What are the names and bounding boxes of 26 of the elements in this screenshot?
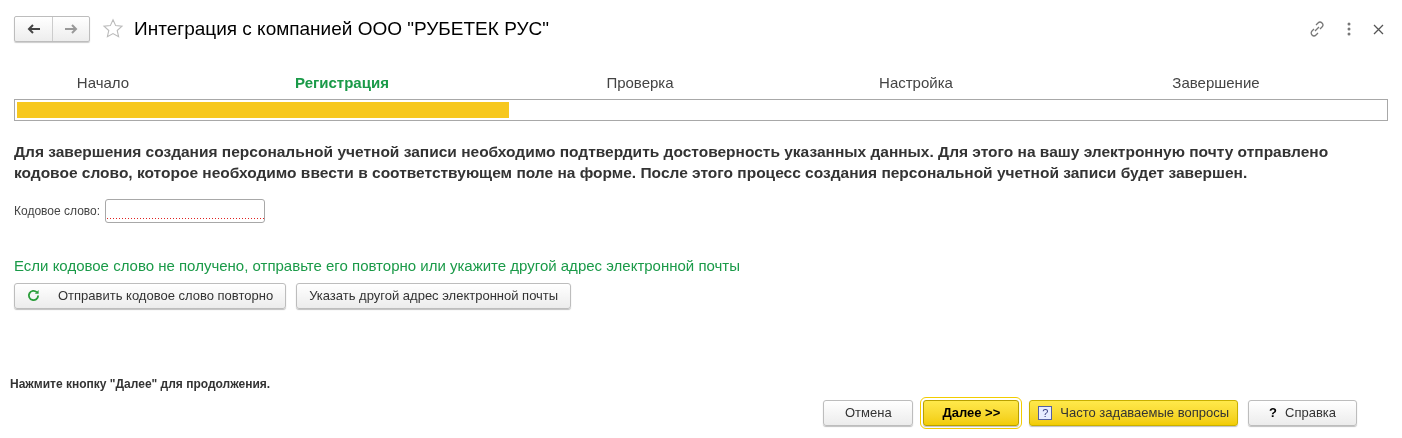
window-title: Интеграция с компанией ООО "РУБЕТЕК РУС" [134,16,549,41]
arrow-left-icon [26,24,41,34]
arrow-right-icon [64,24,78,34]
field-label: Кодовое слово: [14,203,101,220]
resend-hint: Если кодовое слово не получено, отправьте его повторно или укажите другой адрес электронной почты [14,256,741,276]
wizard-step: Завершение [1044,72,1388,95]
footer-button[interactable]: ? Справка [1248,400,1357,426]
more-icon[interactable] [1347,22,1351,36]
wizard-step: Регистрация [192,72,492,95]
instruction-text: Для завершения создания персональной учетной записи необходимо подтвердить достоверность указанных данных. Для этого на вашу электронную почту отправлено кодовое слово, которое необходимо ввести в соответствующем поле на форме. После этого процесс создания персональной учетной записи будет завершен. [14,142,1330,183]
help-icon: ? [1038,406,1053,420]
change-email-button[interactable]: Указать другой адрес электронной почты [296,282,572,309]
footer-hint: Нажмите кнопку "Далее" для продолжения. [10,376,271,393]
code-input-field[interactable] [105,199,266,223]
resend-button[interactable]: Отправить кодовое слово повторно [14,282,287,309]
footer-button[interactable]: ? Часто задаваемые вопросы [1029,400,1239,426]
refresh-icon [27,289,40,302]
wizard-step: Настройка [788,72,1044,95]
star-icon[interactable] [102,18,124,40]
link-icon[interactable] [1309,21,1325,37]
close-icon[interactable] [1373,23,1384,35]
next-button[interactable]: Далее >> [923,400,1020,426]
wizard-step: Начало [14,72,192,95]
footer-button[interactable]: Отмена [823,400,914,426]
help-icon: ? [1269,403,1277,423]
wizard-step: Проверка [492,72,788,95]
